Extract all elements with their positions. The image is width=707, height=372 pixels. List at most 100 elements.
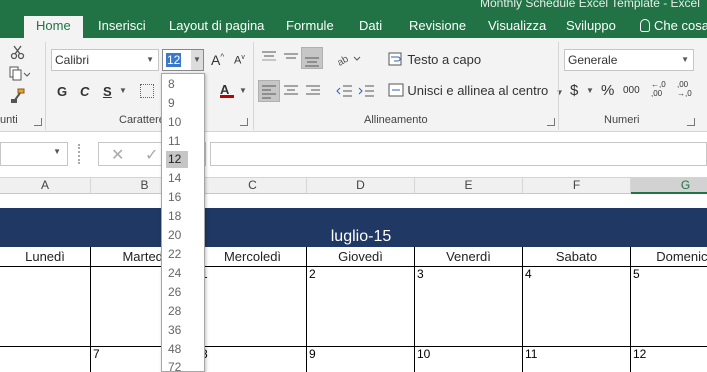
column-header-g[interactable]: G bbox=[631, 178, 707, 194]
align-bottom-icon[interactable] bbox=[301, 47, 323, 69]
grow-font-button[interactable]: A^ bbox=[211, 52, 224, 68]
font-size-option-selected[interactable]: 12 bbox=[166, 151, 188, 168]
font-launcher-icon[interactable] bbox=[240, 118, 248, 126]
align-left-icon[interactable] bbox=[258, 80, 280, 102]
font-size-option[interactable]: 24 bbox=[166, 265, 188, 282]
percent-button[interactable]: % bbox=[601, 82, 614, 99]
day-header[interactable]: Mercoledì bbox=[199, 247, 307, 267]
column-header-d[interactable]: D bbox=[307, 178, 415, 194]
tab-inserisci[interactable]: Inserisci bbox=[98, 16, 146, 38]
merge-center-button[interactable]: Unisci e allinea al centro ▼ bbox=[388, 83, 564, 98]
enter-icon[interactable]: ✓ bbox=[145, 145, 158, 165]
calendar-cell[interactable]: 12 bbox=[631, 347, 707, 372]
column-header-e[interactable]: E bbox=[415, 178, 523, 194]
font-size-option[interactable]: 8 bbox=[166, 76, 188, 93]
tab-layout-di-pagina[interactable]: Layout di pagina bbox=[169, 16, 264, 38]
tab-sviluppo[interactable]: Sviluppo bbox=[566, 16, 616, 38]
calendar-cell[interactable] bbox=[0, 267, 91, 347]
calendar-cell[interactable]: 2 bbox=[307, 267, 415, 347]
chevron-down-icon: ▼ bbox=[53, 147, 61, 156]
currency-button[interactable]: $ bbox=[570, 82, 578, 99]
font-size-option[interactable]: 9 bbox=[166, 95, 188, 112]
font-size-option[interactable]: 20 bbox=[166, 227, 188, 244]
name-box[interactable]: ▼ bbox=[0, 142, 68, 166]
column-header-c[interactable]: C bbox=[199, 178, 307, 194]
font-size-combo[interactable]: 12 ▼ bbox=[162, 49, 204, 71]
font-size-option[interactable]: 26 bbox=[166, 284, 188, 301]
formula-input[interactable] bbox=[210, 142, 707, 166]
font-size-option[interactable]: 11 bbox=[166, 133, 188, 150]
font-size-option[interactable]: 48 bbox=[166, 341, 188, 358]
chevron-down-icon[interactable]: ▼ bbox=[119, 86, 127, 95]
calendar-cell[interactable]: 11 bbox=[523, 347, 631, 372]
day-header[interactable]: Lunedì bbox=[0, 247, 91, 267]
day-header[interactable]: Venerdì bbox=[415, 247, 523, 267]
wrap-text-label: Testo a capo bbox=[407, 52, 482, 67]
number-format-combo[interactable]: Generale ▼ bbox=[564, 49, 694, 71]
decrease-indent-icon[interactable] bbox=[335, 84, 353, 98]
wrap-text-button[interactable]: Testo a capo bbox=[388, 52, 481, 67]
thousands-separator-button[interactable]: 000 bbox=[623, 85, 640, 96]
tab-dati[interactable]: Dati bbox=[359, 16, 382, 38]
column-header-a[interactable]: A bbox=[0, 178, 91, 194]
group-separator bbox=[558, 42, 559, 130]
align-middle-icon[interactable] bbox=[283, 50, 299, 64]
tab-home[interactable]: Home bbox=[24, 16, 83, 38]
borders-icon[interactable] bbox=[140, 84, 154, 98]
decrease-decimal-button[interactable]: ,00 →,0 bbox=[677, 80, 699, 100]
dropdown-scrollbar[interactable] bbox=[190, 74, 204, 371]
tab-visualizza[interactable]: Visualizza bbox=[488, 16, 546, 38]
day-header[interactable]: Domenica bbox=[631, 247, 707, 267]
tab-formule[interactable]: Formule bbox=[286, 16, 334, 38]
font-size-option[interactable]: 22 bbox=[166, 246, 188, 263]
column-header-f[interactable]: F bbox=[523, 178, 631, 194]
font-size-option[interactable]: 16 bbox=[166, 189, 188, 206]
day-header[interactable]: Sabato bbox=[523, 247, 631, 267]
orientation-icon[interactable]: ab bbox=[335, 50, 362, 69]
number-group-label: Numeri bbox=[604, 114, 640, 126]
calendar-cell[interactable]: 5 bbox=[631, 267, 707, 347]
chevron-down-icon[interactable]: ▼ bbox=[239, 86, 247, 95]
font-size-option[interactable]: 28 bbox=[166, 303, 188, 320]
bold-button[interactable]: G bbox=[57, 84, 67, 99]
tab-revisione[interactable]: Revisione bbox=[409, 16, 466, 38]
merge-center-label: Unisci e allinea al centro bbox=[407, 83, 549, 98]
number-launcher-icon[interactable] bbox=[687, 118, 695, 126]
chevron-down-icon: ▼ bbox=[555, 88, 564, 97]
calendar-cell[interactable]: 8 bbox=[199, 347, 307, 372]
font-size-option[interactable]: 10 bbox=[166, 114, 188, 131]
font-group-label: Carattere bbox=[119, 114, 165, 126]
clipboard-launcher-icon[interactable] bbox=[34, 118, 42, 126]
calendar-cell[interactable]: 4 bbox=[523, 267, 631, 347]
font-size-option[interactable]: 14 bbox=[166, 170, 188, 187]
cut-icon[interactable] bbox=[10, 44, 26, 60]
font-size-option[interactable]: 72 bbox=[166, 359, 188, 372]
cancel-icon[interactable]: ✕ bbox=[111, 145, 124, 165]
calendar-cell[interactable]: 3 bbox=[415, 267, 523, 347]
italic-button[interactable]: C bbox=[80, 84, 89, 99]
increase-decimal-button[interactable]: ←,0 ,00 bbox=[651, 80, 671, 100]
font-color-button[interactable]: A bbox=[220, 82, 234, 98]
align-right-icon[interactable] bbox=[305, 84, 321, 98]
align-center-icon[interactable] bbox=[283, 84, 299, 98]
calendar-cell[interactable]: 10 bbox=[415, 347, 523, 372]
copy-icon[interactable] bbox=[8, 66, 31, 82]
alignment-launcher-icon[interactable] bbox=[547, 118, 555, 126]
underline-button[interactable]: S bbox=[103, 84, 112, 99]
font-size-option[interactable]: 36 bbox=[166, 322, 188, 339]
calendar-cell[interactable] bbox=[0, 347, 91, 372]
chevron-down-icon[interactable]: ▼ bbox=[586, 86, 594, 95]
day-header[interactable]: Giovedì bbox=[307, 247, 415, 267]
merge-cells-icon bbox=[388, 83, 404, 97]
formula-bar-grip[interactable] bbox=[78, 144, 82, 164]
increase-indent-icon[interactable] bbox=[357, 84, 375, 98]
font-size-option[interactable]: 18 bbox=[166, 208, 188, 225]
shrink-font-button[interactable]: Av bbox=[234, 54, 245, 67]
calendar-cell[interactable]: 1 bbox=[199, 267, 307, 347]
align-top-icon[interactable] bbox=[261, 50, 277, 64]
chevron-down-icon: ▼ bbox=[146, 55, 154, 64]
calendar-cell[interactable]: 9 bbox=[307, 347, 415, 372]
font-name-combo[interactable]: Calibri ▼ bbox=[51, 49, 159, 71]
tell-me-search[interactable]: Che cosa bbox=[640, 16, 707, 38]
format-painter-icon[interactable] bbox=[10, 88, 26, 104]
